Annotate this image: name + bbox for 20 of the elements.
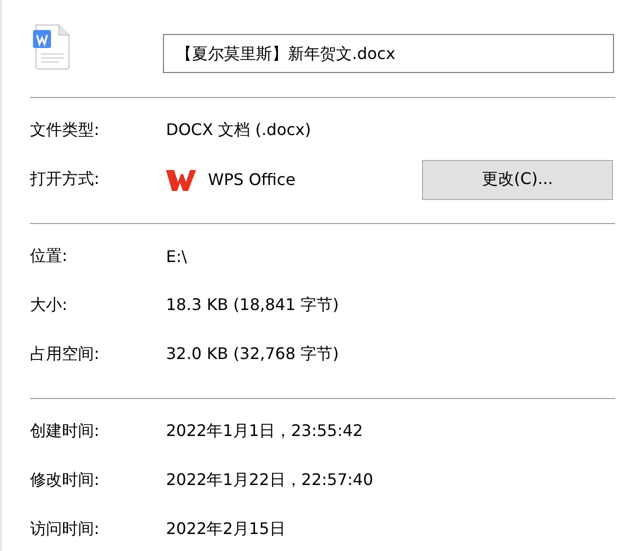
field-label: 占用空间: xyxy=(29,344,100,365)
field-value: 2022年1月1日，23:55:42 xyxy=(166,421,363,442)
file-name-field[interactable]: 【夏尔莫里斯】新年贺文.docx xyxy=(163,34,614,73)
field-label: 文件类型: xyxy=(29,120,100,141)
field-label: 创建时间: xyxy=(29,421,100,442)
field-label: 访问时间: xyxy=(29,519,100,540)
field-value: 2022年1月22日，22:57:40 xyxy=(166,470,374,491)
field-value: 18.3 KB (18,841 字节) xyxy=(166,295,339,316)
field-value: E:\ xyxy=(166,247,187,266)
document-icon xyxy=(33,24,71,70)
field-label: 大小: xyxy=(29,295,68,316)
field-label: 打开方式: xyxy=(29,169,100,190)
w-logo-icon xyxy=(166,168,196,192)
change-button[interactable]: 更改(C)... xyxy=(422,160,613,200)
field-value: DOCX 文档 (.docx) xyxy=(166,120,311,141)
field-value: 2022年2月15日 xyxy=(166,519,286,540)
field-label: 位置: xyxy=(29,246,68,267)
app-name: WPS Office xyxy=(208,170,296,189)
field-value: 32.0 KB (32,768 字节) xyxy=(166,344,339,365)
field-label: 修改时间: xyxy=(29,470,100,491)
